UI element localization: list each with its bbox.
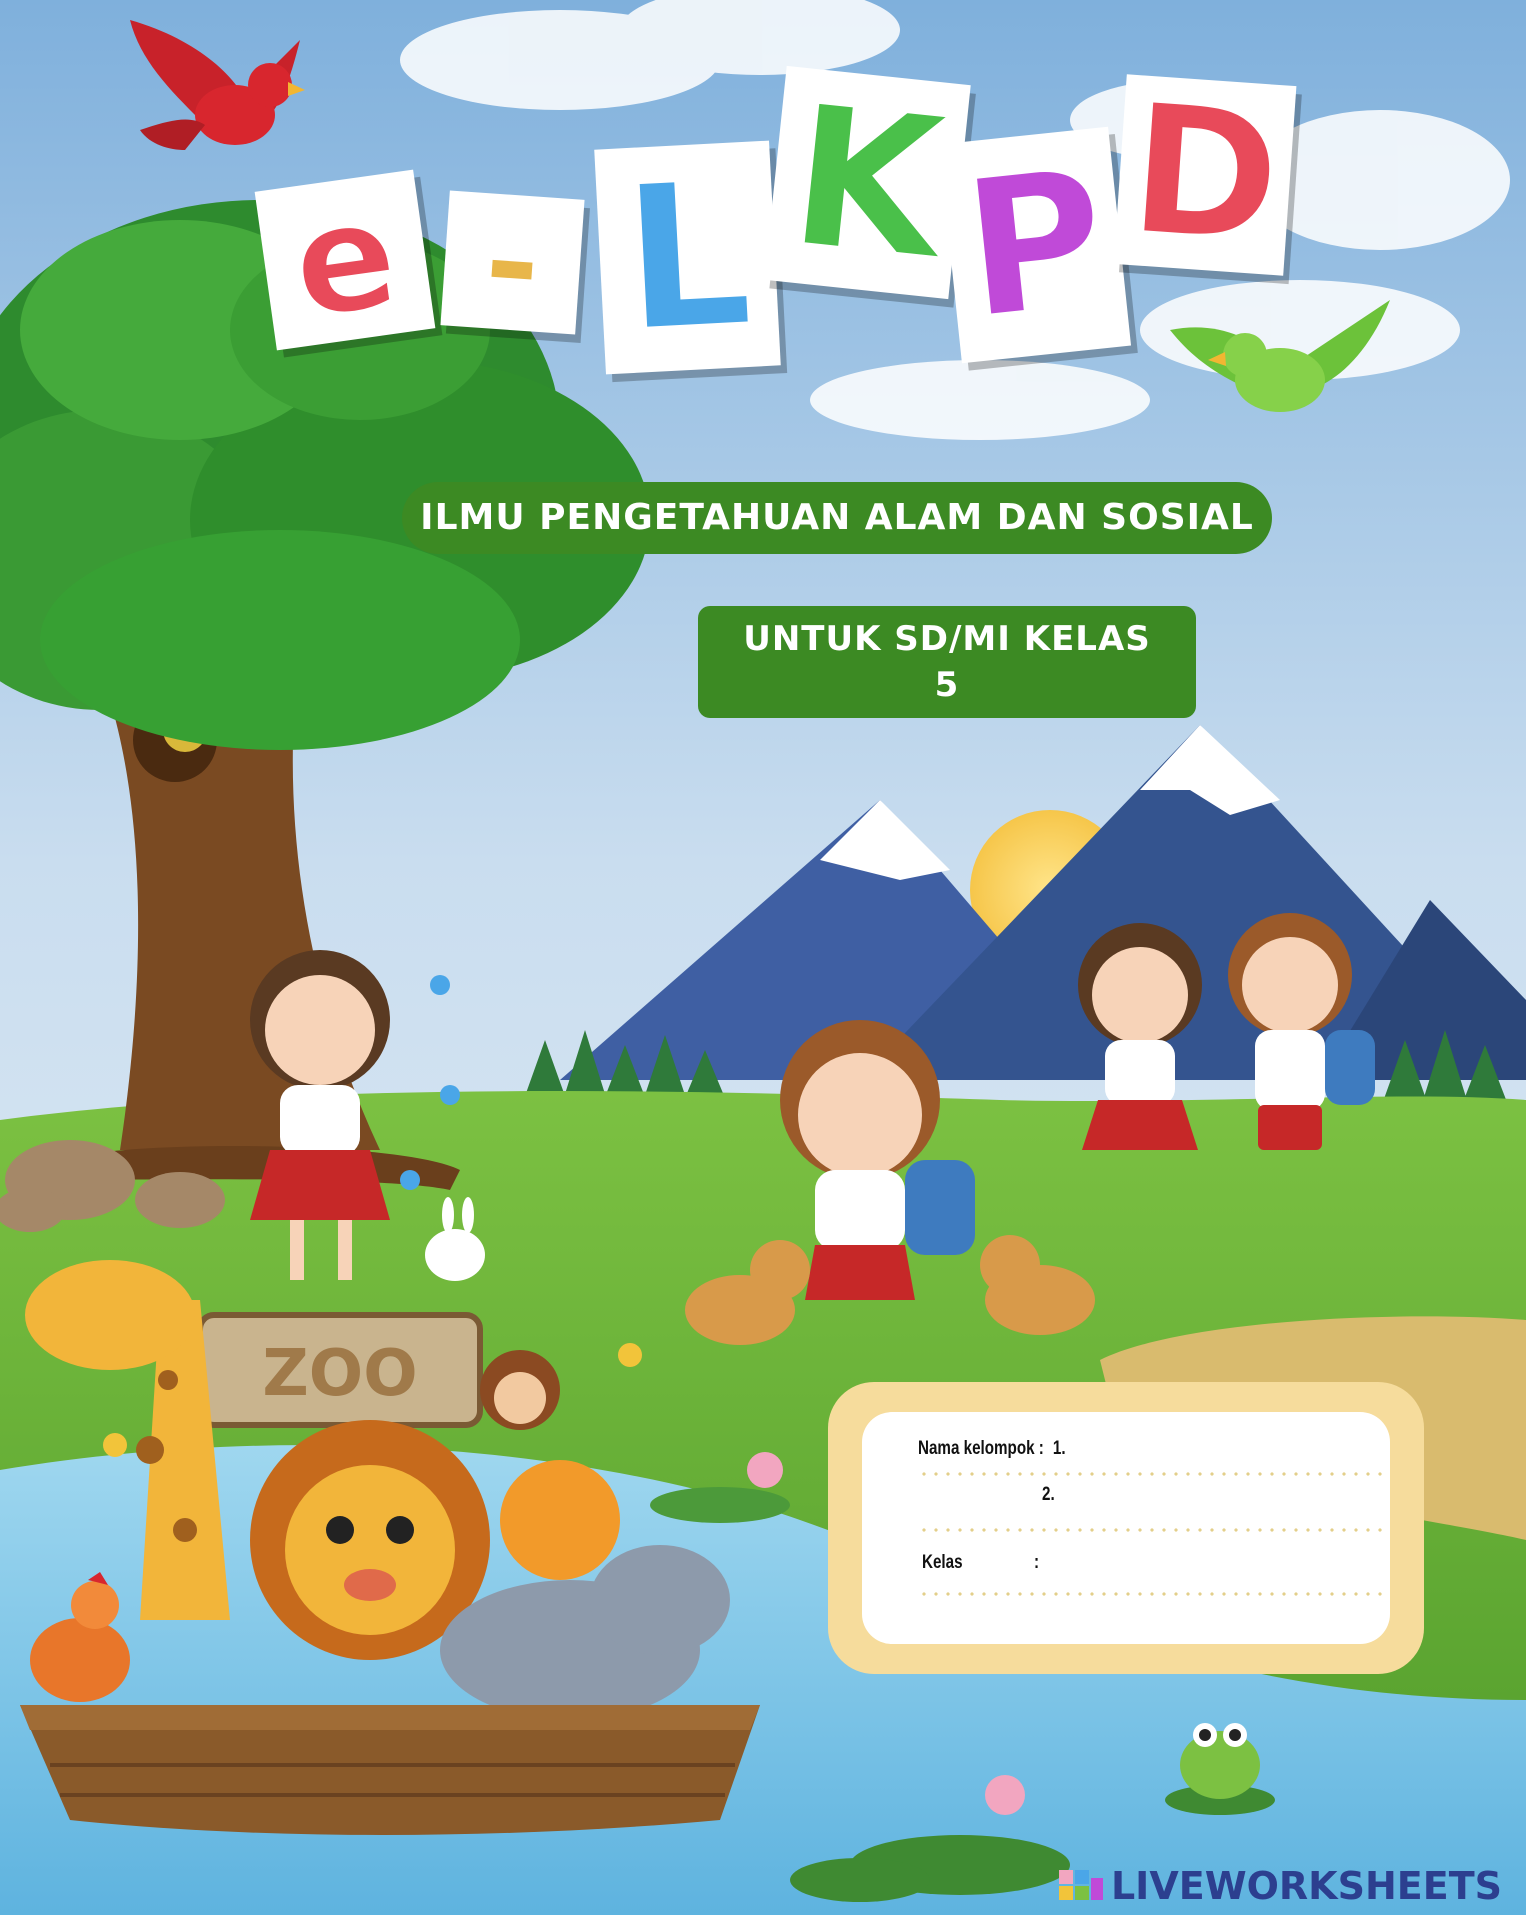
class-banner-line1: UNTUK SD/MI KELAS [743,619,1151,659]
class-line[interactable] [918,1592,1386,1596]
title-letter-e: e [254,165,436,355]
title-letter-k: K [764,60,971,305]
class-banner-line2: 5 [934,665,960,705]
worksheet-cover: ZOO e - L K P D ILMU PENGETAHUAN ALAM DA… [0,0,1526,1915]
tiger [500,1460,620,1580]
identity-card: Nama kelompok : 1. 2. Kelas : [828,1382,1424,1674]
class-banner: UNTUK SD/MI KELAS 5 [698,606,1196,718]
title-letter-d: D [1113,64,1297,285]
liveworksheets-watermark[interactable]: LIVEWORKSHEETS [1058,1863,1502,1909]
subject-banner: ILMU PENGETAHUAN ALAM DAN SOSIAL [402,482,1272,554]
group-member-1: 1. [1052,1438,1066,1459]
title-letter-p: P [938,126,1132,364]
group-member-2-line[interactable] [918,1528,1386,1532]
monkey [480,1350,560,1430]
group-member-2: 2. [1042,1484,1055,1505]
liveworksheets-text: LIVEWORKSHEETS [1110,1864,1502,1908]
liveworksheets-logo-icon [1058,1870,1103,1900]
title-e-lkpd: e - L K P D [250,60,1300,378]
group-member-1-line[interactable] [918,1472,1386,1476]
class-colon: : [1034,1552,1040,1573]
zoo-sign-label: ZOO [262,1337,417,1411]
boat [20,1705,760,1835]
title-letter-l: L [594,136,781,378]
identity-card-inner: Nama kelompok : 1. 2. Kelas : [862,1412,1390,1644]
title-letter-dash: - [440,177,585,347]
subject-banner-text: ILMU PENGETAHUAN ALAM DAN SOSIAL [420,497,1254,538]
group-name-label: Nama kelompok : 1. [918,1438,1066,1459]
class-label: Kelas [922,1552,963,1573]
